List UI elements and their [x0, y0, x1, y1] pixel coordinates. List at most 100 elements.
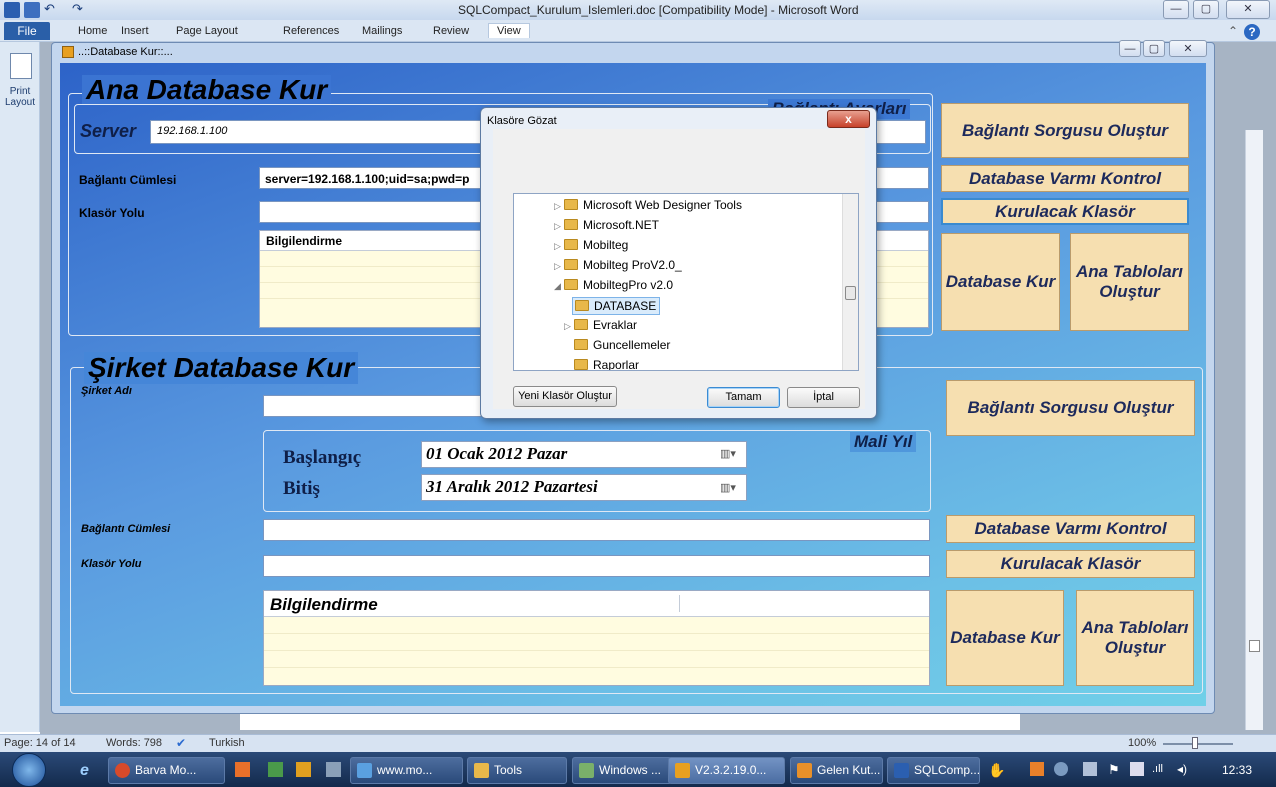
tree-scrollbar[interactable] — [842, 194, 858, 370]
taskbar-item-chrome[interactable]: Barva Mo... — [108, 757, 225, 784]
close-button[interactable]: ✕ — [1226, 0, 1270, 19]
zoom-slider[interactable] — [1163, 743, 1233, 745]
zoom-slider-thumb[interactable] — [1192, 737, 1198, 749]
baslangic-date-picker[interactable]: 01 Ocak 2012 Pazar — [421, 441, 747, 468]
tree-node-raporlar[interactable]: Raporlar — [574, 358, 639, 370]
ana-baglanti-sorgusu-button[interactable]: Bağlantı Sorgusu Oluştur — [941, 103, 1189, 158]
tree-expand-icon[interactable]: ▷ — [554, 201, 564, 212]
action-center-icon[interactable]: ⚑ — [1108, 762, 1120, 778]
tool-icon[interactable] — [268, 762, 283, 777]
zoom-level[interactable]: 100% — [1128, 737, 1156, 749]
taskbar-item-tools[interactable]: Tools — [467, 757, 567, 784]
ana-tablolari-olustur-button[interactable]: Ana Tabloları Oluştur — [1070, 233, 1189, 331]
dialog-title: Klasöre Gözat — [487, 115, 557, 127]
tray-hand-icon[interactable]: ✋ — [988, 762, 1005, 779]
tray-outlook-icon[interactable] — [1030, 762, 1044, 776]
tab-references[interactable]: References — [283, 25, 339, 37]
maximize-button[interactable]: ▢ — [1193, 0, 1219, 19]
word-app-icon[interactable] — [4, 2, 20, 18]
tree-node-database-selected[interactable]: DATABASE — [572, 297, 661, 315]
taskbar-item-www[interactable]: www.mo... — [350, 757, 463, 784]
save-icon[interactable] — [24, 2, 40, 18]
tree-node-guncellemeler[interactable]: Guncellemeler — [574, 338, 670, 352]
tree-expand-icon[interactable]: ▷ — [554, 221, 564, 232]
scroll-thumb[interactable] — [1249, 640, 1260, 652]
help-icon[interactable]: ? — [1244, 24, 1260, 40]
tab-insert[interactable]: Insert — [121, 25, 149, 37]
sirket-baglanti-label: Bağlantı Cümlesi — [81, 523, 171, 535]
tree-scroll-thumb[interactable] — [845, 286, 856, 300]
taskbar-item-word[interactable]: SQLComp... — [887, 757, 980, 784]
app-maximize-button[interactable]: ▢ — [1143, 40, 1165, 57]
taskbar-item-windows[interactable]: Windows ... — [572, 757, 672, 784]
tree-node-mobilteg[interactable]: ▷ Mobilteg — [554, 238, 628, 252]
sirket-database-varmi-button[interactable]: Database Varmı Kontrol — [946, 515, 1195, 543]
tab-home[interactable]: Home — [78, 25, 107, 37]
signal-icon[interactable]: .ıll — [1152, 763, 1163, 775]
tree-node-mobiltegpro-v2[interactable]: ◢ MobiltegPro v2.0 — [554, 278, 673, 292]
language-label[interactable]: Turkish — [209, 737, 245, 749]
tree-node-ms-web-designer[interactable]: ▷ Microsoft Web Designer Tools — [554, 198, 742, 212]
app-icon[interactable] — [326, 762, 341, 777]
calendar-dropdown-icon[interactable]: ▥▾ — [720, 447, 736, 460]
window-icon — [357, 763, 372, 778]
tree-expand-icon[interactable]: ▷ — [554, 241, 564, 252]
sirket-klasor-input[interactable] — [263, 555, 930, 577]
grid-row — [264, 651, 929, 668]
clock[interactable]: 12:33 — [1222, 763, 1252, 777]
tree-collapse-icon[interactable]: ◢ — [554, 281, 564, 292]
sirket-adi-input[interactable] — [263, 395, 503, 417]
tree-node-mobilteg-prov2[interactable]: ▷ Mobilteg ProV2.0_ — [554, 258, 682, 272]
page-count[interactable]: Page: 14 of 14 — [4, 737, 76, 749]
taskbar-item-app[interactable]: V2.3.2.19.0... — [668, 757, 785, 784]
ana-database-kur-button[interactable]: Database Kur — [941, 233, 1060, 331]
tab-view[interactable]: View — [488, 23, 530, 38]
folder-icon — [564, 219, 578, 230]
tab-review[interactable]: Review — [433, 25, 469, 37]
folder-tree[interactable]: ▷ Microsoft Web Designer Tools ▷ Microsoft… — [513, 193, 859, 371]
start-button[interactable] — [12, 753, 46, 787]
tray-icon[interactable] — [1083, 762, 1097, 776]
app-minimize-button[interactable]: — — [1119, 40, 1141, 57]
iptal-button[interactable]: İptal — [787, 387, 860, 408]
undo-icon[interactable]: ↶ — [44, 2, 60, 18]
tray-icon[interactable] — [1054, 762, 1068, 776]
ana-kurulacak-klasor-button[interactable]: Kurulacak Klasör — [941, 198, 1189, 225]
tray-icon[interactable] — [1130, 762, 1144, 776]
app-close-button[interactable]: ✕ — [1169, 40, 1207, 57]
redo-icon[interactable]: ↷ — [72, 2, 88, 18]
calendar-dropdown-icon[interactable]: ▥▾ — [720, 481, 736, 494]
ana-baglanti-label: Bağlantı Cümlesi — [79, 173, 177, 187]
tab-page-layout[interactable]: Page Layout — [176, 25, 238, 37]
ana-klasor-label: Klasör Yolu — [79, 206, 145, 220]
tab-mailings[interactable]: Mailings — [362, 25, 402, 37]
tab-file[interactable]: File — [4, 22, 50, 40]
sirket-tablolari-olustur-button[interactable]: Ana Tabloları Oluştur — [1076, 590, 1194, 686]
ie-icon[interactable]: e — [80, 762, 89, 780]
sirket-kurulacak-klasor-button[interactable]: Kurulacak Klasör — [946, 550, 1195, 578]
print-layout-icon[interactable] — [10, 53, 32, 79]
tree-node-label: Microsoft.NET — [583, 218, 660, 232]
tree-expand-icon[interactable]: ▷ — [554, 261, 564, 272]
dialog-close-button[interactable]: x — [827, 110, 870, 128]
taskbar-item-outlook[interactable]: Gelen Kut... — [790, 757, 883, 784]
ana-database-varmi-button[interactable]: Database Varmı Kontrol — [941, 165, 1189, 192]
word-count[interactable]: Words: 798 — [106, 737, 162, 749]
tree-node-ms-net[interactable]: ▷ Microsoft.NET — [554, 218, 659, 232]
app-icon[interactable] — [296, 762, 311, 777]
sirket-baglanti-input[interactable] — [263, 519, 930, 541]
tamam-button[interactable]: Tamam — [707, 387, 780, 408]
bitis-date-picker[interactable]: 31 Aralık 2012 Pazartesi — [421, 474, 747, 501]
sirket-database-kur-button[interactable]: Database Kur — [946, 590, 1064, 686]
print-layout-label[interactable]: Print Layout — [2, 86, 38, 108]
minimize-button[interactable]: — — [1163, 0, 1189, 19]
volume-icon[interactable]: ◂) — [1177, 762, 1187, 776]
media-player-icon[interactable] — [235, 762, 250, 777]
yeni-klasor-olustur-button[interactable]: Yeni Klasör Oluştur — [513, 386, 617, 407]
tree-node-evraklar[interactable]: ▷ Evraklar — [564, 318, 637, 332]
proofing-icon[interactable]: ✔ — [176, 736, 186, 750]
tree-expand-icon[interactable]: ▷ — [564, 321, 574, 332]
sirket-baglanti-sorgusu-button[interactable]: Bağlantı Sorgusu Oluştur — [946, 380, 1195, 436]
ribbon-collapse-icon[interactable]: ⌃ — [1228, 24, 1238, 38]
sirket-info-grid[interactable]: Bilgilendirme — [263, 590, 930, 686]
